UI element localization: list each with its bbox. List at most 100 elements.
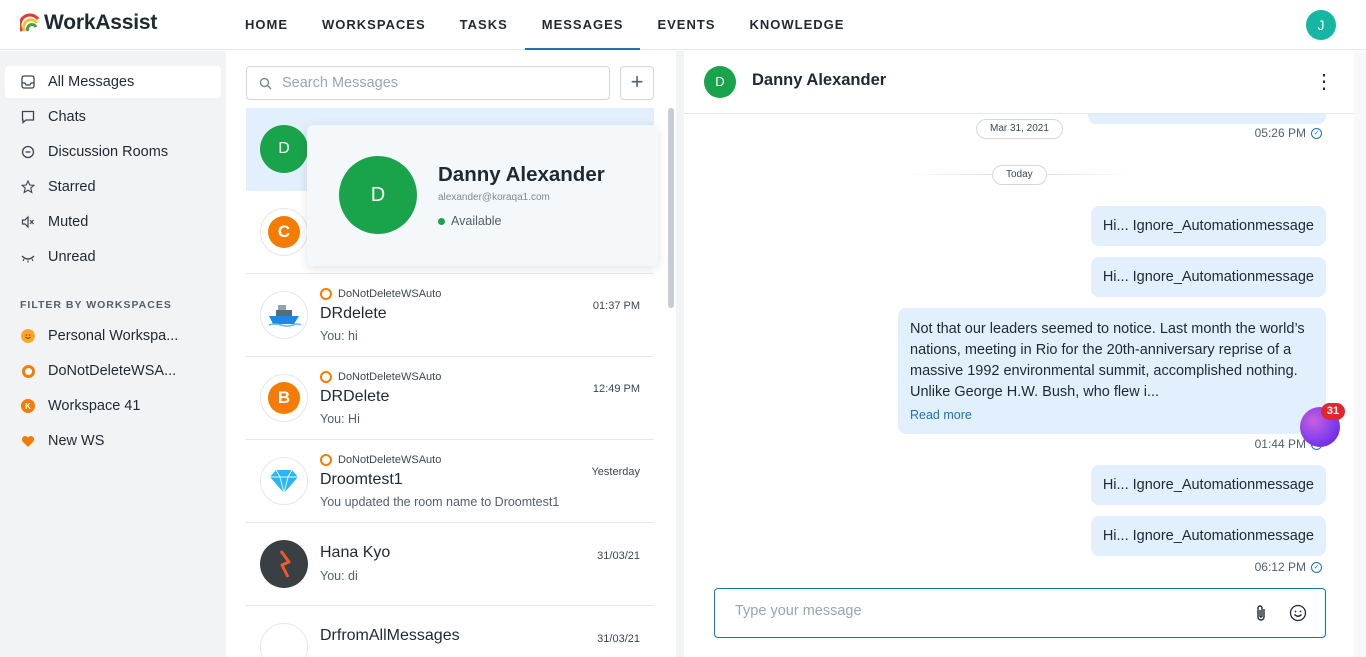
- mute-icon: [20, 214, 36, 230]
- conversation-avatar: [260, 623, 308, 657]
- ring-icon: [20, 363, 36, 379]
- sidebar-item-label: Discussion Rooms: [48, 144, 169, 160]
- conversation-item[interactable]: DoNotDeleteWSAuto DRdelete 01:37 PM You:…: [246, 274, 654, 357]
- message-bubble[interactable]: Hi... Ignore_Automationmessage: [1090, 516, 1326, 556]
- nav-workspaces[interactable]: WORKSPACES: [305, 0, 443, 50]
- user-avatar[interactable]: J: [1306, 10, 1336, 40]
- message-time: 06:12 PM: [1254, 560, 1306, 574]
- new-message-button[interactable]: +: [620, 66, 654, 100]
- sidebar-item-discussion-rooms[interactable]: Discussion Rooms: [5, 136, 221, 168]
- unread-icon: [20, 249, 36, 265]
- conversation-item[interactable]: DoNotDeleteWSAuto Droomtest1 Yesterday Y…: [246, 440, 654, 523]
- popover-avatar: D: [339, 156, 417, 234]
- conversation-preview: You updated the room name to Droomtest1: [320, 495, 560, 509]
- panel-divider: [676, 51, 684, 657]
- message-bubble-partial: [1088, 114, 1326, 124]
- conversation-time: 01:37 PM: [592, 300, 640, 312]
- sidebar-item-chats[interactable]: Chats: [5, 101, 221, 133]
- ship-icon: [260, 291, 308, 339]
- conversation-name: DrfromAllMessages: [320, 627, 460, 644]
- attachment-icon[interactable]: [1253, 604, 1269, 622]
- nav-events[interactable]: EVENTS: [640, 0, 732, 50]
- inbox-icon: [20, 74, 36, 90]
- emoji-icon[interactable]: [1289, 604, 1307, 622]
- conversation-workspace: DoNotDeleteWSAuto: [320, 454, 441, 466]
- message-meta: 06:12 PM ✓: [1255, 560, 1322, 574]
- search-input[interactable]: [282, 75, 582, 91]
- sidebar-workspace-41[interactable]: K Workspace 41: [5, 390, 221, 422]
- logo-rainbow-icon: [20, 13, 40, 32]
- nav-home[interactable]: HOME: [228, 0, 305, 50]
- message-meta: 05:26 PM ✓: [1255, 126, 1322, 140]
- chat-header: D Danny Alexander ⋮: [684, 51, 1354, 114]
- sidebar-item-label: Muted: [48, 214, 89, 230]
- conversation-item[interactable]: Hana Kyo 31/03/21 You: di: [246, 523, 654, 606]
- read-more-link[interactable]: Read more: [910, 405, 1314, 426]
- chat-contact-name[interactable]: Danny Alexander: [752, 71, 886, 90]
- main-nav: HOME WORKSPACES TASKS MESSAGES EVENTS KN…: [228, 0, 861, 50]
- nav-knowledge[interactable]: KNOWLEDGE: [732, 0, 861, 50]
- k-icon: K: [20, 398, 36, 414]
- discussion-icon: [20, 144, 36, 160]
- sidebar-workspace-donotdelete[interactable]: DoNotDeleteWSA...: [5, 355, 221, 387]
- sidebar-item-unread[interactable]: Unread: [5, 241, 221, 273]
- message-time: 01:44 PM: [1254, 437, 1306, 451]
- date-divider: Today: [992, 165, 1047, 185]
- popover-email: alexander@koraqa1.com: [438, 192, 550, 203]
- conversation-name: Hana Kyo: [320, 544, 391, 561]
- ring-icon: [320, 454, 332, 466]
- read-receipt-icon: ✓: [1311, 561, 1322, 573]
- sidebar-item-muted[interactable]: Muted: [5, 206, 221, 238]
- heart-icon: [20, 433, 36, 449]
- sidebar-item-label: All Messages: [48, 74, 135, 90]
- diamond-icon: [260, 457, 308, 505]
- sidebar-workspace-new-ws[interactable]: New WS: [5, 425, 221, 457]
- nav-messages[interactable]: MESSAGES: [524, 0, 641, 50]
- popover-status: Available: [438, 214, 502, 228]
- sidebar-workspace-personal[interactable]: Personal Workspa...: [5, 320, 221, 352]
- message-bubble[interactable]: Hi... Ignore_Automationmessage: [1090, 206, 1326, 246]
- conversation-avatar: B: [260, 374, 308, 422]
- nav-tasks[interactable]: TASKS: [443, 0, 525, 50]
- more-vertical-icon[interactable]: ⋮: [1314, 71, 1334, 93]
- message-input[interactable]: [735, 603, 1235, 619]
- conversation-avatar: C: [260, 208, 308, 256]
- conversation-time: Yesterday: [591, 466, 640, 478]
- read-receipt-icon: ✓: [1311, 127, 1322, 139]
- status-dot-icon: [438, 217, 445, 225]
- message-bubble[interactable]: Not that our leaders seemed to notice. L…: [898, 308, 1326, 434]
- message-bubble[interactable]: Hi... Ignore_Automationmessage: [1090, 257, 1326, 297]
- ring-icon: [320, 371, 332, 383]
- conversation-preview: You: di: [320, 569, 358, 583]
- sidebar-item-label: Chats: [48, 109, 86, 125]
- list-scrollbar[interactable]: [668, 108, 674, 308]
- conversation-name: Droomtest1: [320, 471, 403, 488]
- search-box: [246, 66, 610, 100]
- top-navigation-bar: WorkAssist HOME WORKSPACES TASKS MESSAGE…: [0, 0, 1366, 50]
- message-bubble[interactable]: Hi... Ignore_Automationmessage: [1090, 465, 1326, 505]
- contact-popover: D Danny Alexander alexander@koraqa1.com …: [307, 125, 658, 266]
- conversation-workspace: DoNotDeleteWSAuto: [320, 288, 441, 300]
- star-icon: [20, 179, 36, 195]
- sidebar-item-starred[interactable]: Starred: [5, 171, 221, 203]
- date-divider: Mar 31, 2021: [976, 119, 1063, 139]
- ring-icon: [320, 288, 332, 300]
- conversation-workspace: DoNotDeleteWSAuto: [320, 371, 441, 383]
- chat-contact-avatar[interactable]: D: [704, 66, 736, 98]
- sidebar-item-all-messages[interactable]: All Messages: [5, 66, 221, 98]
- conversation-item[interactable]: DrfromAllMessages 31/03/21: [246, 606, 654, 657]
- app-logo[interactable]: WorkAssist: [20, 11, 157, 35]
- sidebar-item-label: Starred: [48, 179, 96, 195]
- notification-badge: 31: [1321, 403, 1345, 420]
- message-text: Not that our leaders seemed to notice. L…: [910, 321, 1305, 400]
- status-text: Available: [451, 214, 502, 228]
- chat-scrollbar[interactable]: [1354, 51, 1366, 657]
- conversation-item[interactable]: B DoNotDeleteWSAuto DRDelete 12:49 PM Yo…: [246, 357, 654, 440]
- conversation-time: 31/03/21: [597, 633, 640, 645]
- sidebar-item-label: Unread: [48, 249, 96, 265]
- sidebar-item-label: DoNotDeleteWSA...: [48, 363, 177, 379]
- conversation-preview: You: Hi: [320, 412, 360, 426]
- conversation-preview: You: hi: [320, 329, 358, 343]
- conversation-avatar: D: [260, 125, 308, 173]
- smiley-icon: [20, 328, 36, 344]
